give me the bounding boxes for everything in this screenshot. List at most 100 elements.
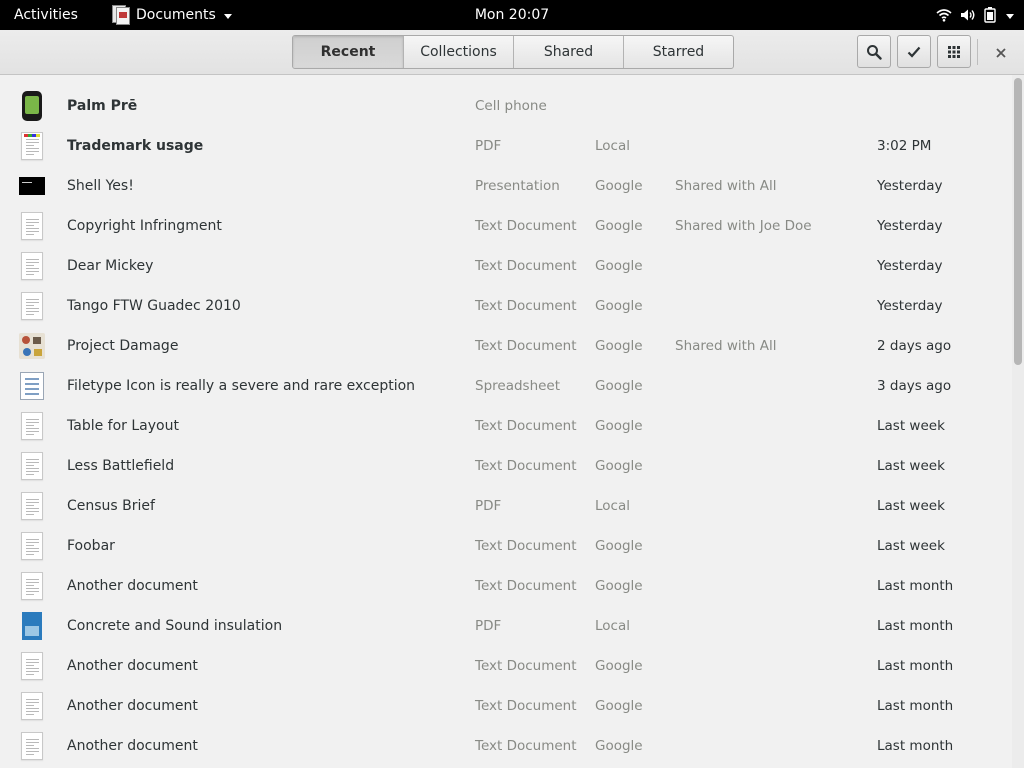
app-menu-label: Documents <box>136 7 216 23</box>
document-name: Table for Layout <box>67 418 179 434</box>
top-bar: Activities Documents Mon 20:07 <box>0 0 1024 30</box>
document-row[interactable]: Another document Text Document Google Last … <box>0 566 1010 606</box>
document-thumbnail <box>19 731 45 761</box>
document-row[interactable]: Project Damage Text Document Google Shared … <box>0 326 1010 366</box>
document-date: Last month <box>877 578 954 594</box>
document-list: Palm Prē Cell phone Trademark usage PDF Loca… <box>0 75 1010 768</box>
document-date: Last week <box>877 418 945 434</box>
document-type: Text Document <box>475 458 577 474</box>
document-source: Google <box>595 338 643 354</box>
volume-icon[interactable] <box>960 8 976 22</box>
document-name: Census Brief <box>67 498 155 514</box>
document-sharing: Shared with Joe Doe <box>675 218 812 234</box>
pdf-thumbnail <box>19 131 45 161</box>
documents-app-icon <box>112 5 130 25</box>
document-row[interactable]: Another document Text Document Google Last … <box>0 686 1010 726</box>
document-row[interactable]: Trademark usage PDF Local 3:02 PM <box>0 126 1010 166</box>
search-button[interactable] <box>857 35 891 68</box>
tab-recent[interactable]: Recent <box>293 36 403 68</box>
spreadsheet-icon <box>19 371 45 401</box>
image-thumbnail <box>19 331 45 361</box>
document-row[interactable]: Census Brief PDF Local Last week <box>0 486 1010 526</box>
close-button[interactable] <box>991 43 1011 63</box>
document-thumbnail <box>19 411 45 441</box>
document-type: Spreadsheet <box>475 378 561 394</box>
document-row[interactable]: Another document Text Document Google Last … <box>0 646 1010 686</box>
document-name: Shell Yes! <box>67 178 134 194</box>
view-mode-button[interactable] <box>937 35 971 68</box>
activities-button[interactable]: Activities <box>14 0 78 30</box>
document-date: Last month <box>877 738 954 754</box>
chevron-down-icon <box>223 13 232 19</box>
document-type: PDF <box>475 498 502 514</box>
document-name: Tango FTW Guadec 2010 <box>67 298 241 314</box>
document-thumbnail <box>19 251 45 281</box>
document-row[interactable]: Foobar Text Document Google Last week <box>0 526 1010 566</box>
document-source: Local <box>595 498 630 514</box>
document-thumbnail <box>19 651 45 681</box>
document-name: Concrete and Sound insulation <box>67 618 283 634</box>
document-source: Google <box>595 258 643 274</box>
document-date: 2 days ago <box>877 338 952 354</box>
document-name: Less Battlefield <box>67 458 175 474</box>
document-thumbnail <box>19 531 45 561</box>
scrollbar-thumb[interactable] <box>1014 78 1022 365</box>
document-name: Copyright Infringment <box>67 218 222 234</box>
wifi-icon[interactable] <box>936 8 952 22</box>
document-name: Dear Mickey <box>67 258 154 274</box>
document-row[interactable]: Filetype Icon is really a severe and rar… <box>0 366 1010 406</box>
tab-starred[interactable]: Starred <box>623 36 733 68</box>
document-source: Local <box>595 138 630 154</box>
tab-shared[interactable]: Shared <box>513 36 623 68</box>
document-row[interactable]: Concrete and Sound insulation PDF Local Las… <box>0 606 1010 646</box>
app-menu[interactable]: Documents <box>112 0 232 30</box>
system-tray[interactable] <box>936 0 1014 30</box>
battery-icon[interactable] <box>984 7 996 23</box>
search-icon <box>867 44 882 60</box>
document-date: Yesterday <box>877 178 943 194</box>
document-row[interactable]: Another document Text Document Google Last … <box>0 726 1010 766</box>
document-date: Last week <box>877 498 945 514</box>
document-source: Google <box>595 698 643 714</box>
document-row[interactable]: Tango FTW Guadec 2010 Text Document Google… <box>0 286 1010 326</box>
document-sharing: Shared with All <box>675 338 777 354</box>
header-bar: Recent Collections Shared Starred <box>0 30 1024 75</box>
document-name: Another document <box>67 738 198 754</box>
close-icon <box>996 48 1006 58</box>
document-date: Yesterday <box>877 258 943 274</box>
document-source: Google <box>595 378 643 394</box>
document-sharing: Shared with All <box>675 178 777 194</box>
chevron-down-icon[interactable] <box>1006 13 1014 19</box>
document-thumbnail <box>19 691 45 721</box>
document-name: Filetype Icon is really a severe and rar… <box>67 378 416 394</box>
document-date: Last week <box>877 458 945 474</box>
document-source: Google <box>595 458 643 474</box>
document-source: Google <box>595 178 643 194</box>
presentation-thumbnail <box>19 171 45 201</box>
document-date: Last week <box>877 538 945 554</box>
document-row[interactable]: Shell Yes! Presentation Google Shared with … <box>0 166 1010 206</box>
document-name: Foobar <box>67 538 115 554</box>
view-switcher: Recent Collections Shared Starred <box>292 35 734 69</box>
document-row[interactable]: Copyright Infringment Text Document Google… <box>0 206 1010 246</box>
document-type: Text Document <box>475 258 577 274</box>
document-type: Text Document <box>475 578 577 594</box>
document-date: Yesterday <box>877 298 943 314</box>
document-row[interactable]: Dear Mickey Text Document Google Yesterday <box>0 246 1010 286</box>
document-name: Another document <box>67 658 198 674</box>
tab-collections[interactable]: Collections <box>403 36 513 68</box>
document-type: Cell phone <box>475 98 547 114</box>
document-row[interactable]: Table for Layout Text Document Google Last … <box>0 406 1010 446</box>
document-row[interactable]: Less Battlefield Text Document Google Last … <box>0 446 1010 486</box>
phone-thumbnail <box>19 91 45 121</box>
selection-mode-button[interactable] <box>897 35 931 68</box>
document-name: Another document <box>67 578 198 594</box>
grid-icon <box>948 45 960 58</box>
document-type: Text Document <box>475 418 577 434</box>
document-name: Project Damage <box>67 338 179 354</box>
document-type: Text Document <box>475 538 577 554</box>
document-type: PDF <box>475 618 502 634</box>
document-row[interactable]: Palm Prē Cell phone <box>0 86 1010 126</box>
document-type: Text Document <box>475 218 577 234</box>
scrollbar[interactable] <box>1012 75 1024 768</box>
